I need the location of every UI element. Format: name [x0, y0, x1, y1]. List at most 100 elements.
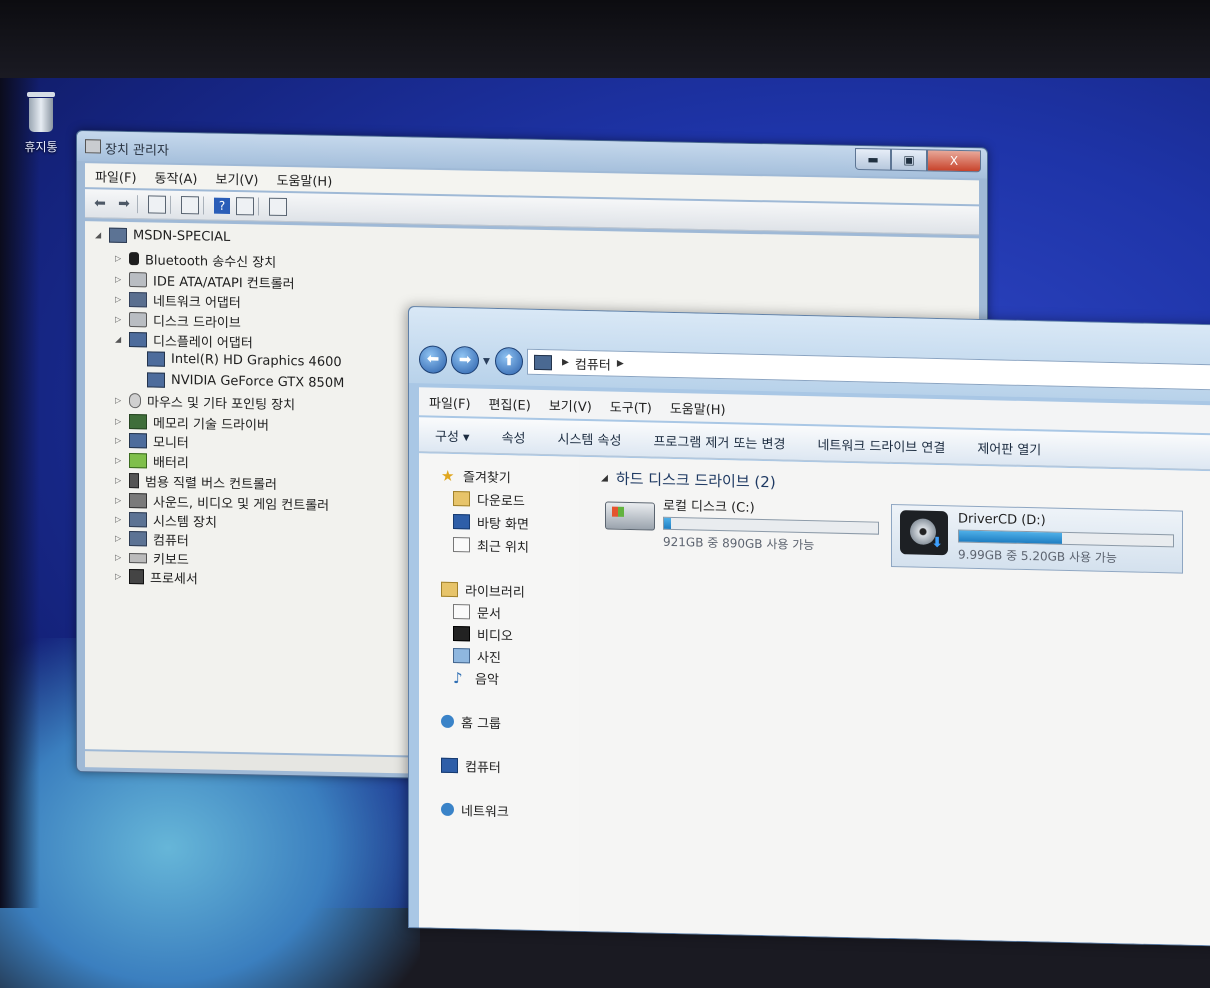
tree-item-display[interactable]: ◢ 디스플레이 어댑터	[115, 330, 253, 351]
tree-item-battery[interactable]: ▷ 배터리	[115, 451, 189, 471]
uninstall-program-button[interactable]: 프로그램 제거 또는 변경	[653, 430, 785, 452]
monitor-icon	[129, 433, 147, 449]
nav-recent-places[interactable]: 최근 위치	[453, 535, 529, 556]
network-adapter-icon	[129, 292, 147, 308]
tree-child-intel-gpu[interactable]: Intel(R) HD Graphics 4600	[147, 351, 342, 370]
properties-icon[interactable]	[181, 196, 199, 215]
drive-d[interactable]: ⬇ DriverCD (D:) 9.99GB 중 5.20GB 사용 가능	[891, 503, 1183, 574]
expand-arrow-icon[interactable]: ▷	[115, 476, 125, 485]
nav-videos[interactable]: 비디오	[453, 624, 513, 644]
tree-item-system[interactable]: ▷ 시스템 장치	[115, 510, 217, 531]
tree-item-disk[interactable]: ▷ 디스크 드라이브	[115, 310, 241, 331]
expand-arrow-icon[interactable]: ▷	[115, 553, 125, 562]
back-arrow-icon[interactable]: ⬅	[91, 194, 109, 212]
map-network-drive-button[interactable]: 네트워크 드라이브 연결	[817, 434, 945, 456]
collapse-arrow-icon[interactable]: ◢	[601, 473, 608, 483]
nav-computer[interactable]: 컴퓨터	[441, 756, 501, 776]
open-control-panel-button[interactable]: 제어판 열기	[977, 437, 1041, 457]
section-header-hard-drives[interactable]: ◢ 하드 디스크 드라이브 (2)	[601, 467, 776, 492]
computer-icon	[441, 757, 458, 774]
recent-pages-dropdown-icon[interactable]: ▼	[483, 357, 490, 367]
tree-item-computer[interactable]: ▷ 컴퓨터	[115, 529, 189, 549]
breadcrumb-arrow-icon[interactable]: ▶	[562, 357, 569, 367]
disc-drive-icon: ⬇	[900, 510, 948, 556]
nav-homegroup[interactable]: 홈 그룹	[441, 712, 501, 732]
menu-view[interactable]: 보기(V)	[216, 168, 259, 188]
menu-help[interactable]: 도움말(H)	[276, 169, 332, 189]
expand-arrow-icon[interactable]: ▷	[115, 254, 125, 263]
tree-item-keyboard[interactable]: ▷ 키보드	[115, 548, 189, 568]
section-header-label: 하드 디스크 드라이브 (2)	[615, 469, 776, 492]
tree-item-bluetooth[interactable]: ▷ Bluetooth 송수신 장치	[115, 249, 276, 271]
scan-hardware-icon[interactable]	[269, 197, 287, 217]
tree-child-nvidia-gpu[interactable]: NVIDIA GeForce GTX 850M	[147, 372, 344, 391]
expand-arrow-icon[interactable]: ▷	[115, 436, 125, 445]
expand-arrow-icon[interactable]: ▷	[115, 572, 125, 581]
system-properties-button[interactable]: 시스템 속성	[558, 428, 622, 448]
view-icon[interactable]	[236, 197, 254, 216]
expand-arrow-icon[interactable]: ▷	[115, 456, 125, 465]
maximize-button[interactable]: ▣	[891, 148, 927, 172]
expand-arrow-icon[interactable]: ▷	[115, 496, 125, 505]
expand-arrow-icon[interactable]: ▷	[115, 396, 125, 405]
minimize-button[interactable]: ▬	[855, 147, 891, 171]
back-arrow-icon[interactable]: ⬅	[419, 345, 447, 374]
help-icon[interactable]: ?	[214, 197, 230, 214]
tree-item-label: 마우스 및 기타 포인팅 장치	[147, 395, 296, 414]
tree-item-mouse[interactable]: ▷ 마우스 및 기타 포인팅 장치	[115, 391, 295, 413]
nav-downloads[interactable]: 다운로드	[453, 489, 525, 510]
close-button[interactable]: X	[927, 149, 981, 173]
tree-item-ide[interactable]: ▷ IDE ATA/ATAPI 컨트롤러	[115, 270, 295, 292]
collapse-arrow-icon[interactable]: ◢	[95, 230, 105, 239]
organize-button[interactable]: 구성 ▾	[435, 425, 470, 445]
recent-places-icon	[453, 537, 470, 553]
tree-item-monitor[interactable]: ▷ 모니터	[115, 431, 189, 451]
menu-help[interactable]: 도움말(H)	[670, 397, 726, 417]
nav-network[interactable]: 네트워크	[441, 800, 509, 820]
expand-arrow-icon[interactable]: ▷	[115, 515, 125, 524]
tree-item-processor[interactable]: ▷ 프로세서	[115, 567, 198, 587]
tree-child-label: NVIDIA GeForce GTX 850M	[171, 372, 345, 392]
expand-arrow-icon[interactable]: ▷	[115, 275, 125, 284]
videos-icon	[453, 626, 470, 642]
menu-view[interactable]: 보기(V)	[549, 395, 592, 415]
expand-arrow-icon[interactable]: ▷	[115, 417, 125, 426]
explorer-titlebar[interactable]: ⬅ ➡ ▼ ⬆ ▶ 컴퓨터 ▶	[409, 307, 1210, 402]
menu-edit[interactable]: 편집(E)	[489, 393, 531, 413]
window-title: 장치 관리자	[105, 142, 169, 159]
forward-arrow-icon[interactable]: ➡	[115, 195, 133, 213]
expand-arrow-icon[interactable]: ▷	[115, 295, 125, 304]
recycle-bin-label: 휴지통	[24, 140, 58, 154]
nav-pictures[interactable]: 사진	[453, 646, 501, 666]
forward-arrow-icon[interactable]: ➡	[451, 345, 479, 375]
tree-root[interactable]: ◢ MSDN-SPECIAL	[95, 227, 230, 245]
up-arrow-icon[interactable]: ⬆	[495, 346, 523, 376]
breadcrumb-arrow-icon[interactable]: ▶	[617, 359, 624, 369]
drive-c[interactable]: 로컬 디스크 (C:) 921GB 중 890GB 사용 가능	[605, 493, 879, 554]
nav-music[interactable]: ♪ 음악	[453, 668, 499, 689]
monitor-bezel	[0, 0, 1210, 82]
tree-item-label: 모니터	[153, 435, 189, 452]
address-bar[interactable]: ▶ 컴퓨터 ▶	[527, 348, 1210, 391]
menu-action[interactable]: 동작(A)	[155, 167, 198, 187]
recycle-bin[interactable]: 휴지통	[18, 92, 64, 155]
nav-libraries[interactable]: 라이브러리	[441, 580, 525, 601]
menu-file[interactable]: 파일(F)	[429, 392, 471, 412]
expand-arrow-icon[interactable]: ▷	[115, 534, 125, 543]
toolbar-separator	[203, 196, 204, 215]
nav-desktop[interactable]: 바탕 화면	[453, 512, 529, 533]
show-hide-console-tree-icon[interactable]	[148, 195, 166, 214]
nav-documents[interactable]: 문서	[453, 602, 501, 622]
tree-item-usb[interactable]: ▷ 범용 직렬 버스 컨트롤러	[115, 471, 277, 493]
collapse-arrow-icon[interactable]: ◢	[115, 335, 125, 344]
menu-file[interactable]: 파일(F)	[95, 166, 137, 186]
properties-button[interactable]: 속성	[502, 427, 526, 447]
tree-item-label: 키보드	[153, 552, 189, 569]
breadcrumb-computer[interactable]: 컴퓨터	[575, 353, 611, 373]
computer-icon	[534, 354, 552, 370]
menu-tools[interactable]: 도구(T)	[610, 396, 652, 416]
expand-arrow-icon[interactable]: ▷	[115, 315, 125, 324]
tree-item-network[interactable]: ▷ 네트워크 어댑터	[115, 290, 241, 311]
nav-favorites[interactable]: ★ 즐겨찾기	[441, 466, 511, 486]
usb-icon	[129, 473, 139, 489]
